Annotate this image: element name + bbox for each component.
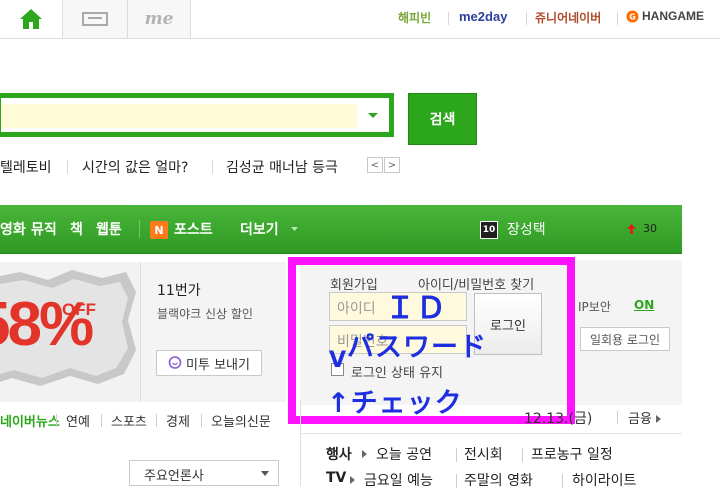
- divider: [156, 414, 157, 427]
- tab-sports[interactable]: 스포츠: [111, 411, 147, 430]
- annotation-check: ↑チェック: [327, 388, 463, 419]
- trending-item[interactable]: 시간의 값은 얼마?: [82, 157, 189, 177]
- trending-next-button[interactable]: >: [384, 157, 400, 173]
- service-hangame[interactable]: G HANGAME: [626, 9, 704, 23]
- sale-banner[interactable]: 58% OFF: [0, 262, 141, 402]
- arrow-up-icon: [627, 224, 636, 234]
- rank-badge: 10: [480, 221, 498, 239]
- divider: [456, 448, 457, 462]
- divider: [212, 160, 213, 174]
- post-badge-icon: N: [150, 221, 168, 239]
- service-me2day[interactable]: me2day: [459, 9, 507, 24]
- chevron-down-icon: [291, 227, 298, 231]
- svg-text:G: G: [629, 12, 636, 21]
- tab-me[interactable]: me: [128, 0, 191, 38]
- trending-item[interactable]: 김성균 매너남 등극: [226, 157, 338, 177]
- mail-icon: [82, 12, 108, 26]
- chevron-right-icon: [656, 415, 662, 423]
- ip-security-label: IP보안: [578, 300, 611, 314]
- finance-link[interactable]: 금융: [628, 408, 662, 427]
- tab-economy[interactable]: 경제: [166, 411, 190, 430]
- ip-security-toggle[interactable]: ON: [634, 298, 654, 312]
- divider: [56, 414, 57, 427]
- chevron-down-icon: [368, 113, 378, 118]
- me2day-share-button[interactable]: 미투 보내기: [156, 350, 262, 376]
- service-junior-naver[interactable]: 쥬니어네이버: [535, 9, 601, 26]
- divider: [448, 12, 449, 25]
- home-icon: [20, 9, 42, 29]
- discount-off: OFF: [62, 300, 96, 319]
- hangame-label: HANGAME: [642, 9, 704, 23]
- divider: [300, 433, 682, 434]
- list-item[interactable]: 전시회: [464, 444, 503, 464]
- rank-keyword[interactable]: 장성택: [507, 219, 546, 239]
- tab-entertainment[interactable]: 연예: [66, 411, 90, 430]
- annotation-id: ＩＤ: [385, 291, 447, 326]
- promo-title[interactable]: 11번가: [157, 280, 201, 300]
- hangame-icon: G: [626, 10, 639, 22]
- trending-prev-button[interactable]: <: [367, 157, 383, 173]
- chevron-down-icon: [261, 471, 269, 476]
- chevron-right-icon: [350, 476, 355, 484]
- nav-item-book[interactable]: 책: [70, 219, 83, 239]
- tab-naver-news[interactable]: 네이버뉴스: [0, 411, 60, 430]
- list-heading-tv[interactable]: TV: [326, 470, 346, 486]
- tab-today-paper[interactable]: 오늘의신문: [211, 411, 271, 430]
- tab-home[interactable]: [0, 0, 63, 38]
- promo-subtitle[interactable]: 블랙야크 신상 할인: [157, 305, 253, 322]
- onetime-login-button[interactable]: 일회용 로그인: [580, 327, 670, 351]
- me2day-share-label: 미투 보내기: [186, 357, 250, 373]
- nav-item-post[interactable]: 포스트: [174, 219, 213, 239]
- trending-item[interactable]: 텔레토비: [0, 157, 52, 177]
- divider: [201, 414, 202, 427]
- me-logo: me: [144, 9, 174, 29]
- rank-change: 30: [643, 222, 657, 235]
- nav-item-webtoon[interactable]: 웹툰: [96, 219, 122, 239]
- list-item[interactable]: 주말의 영화: [464, 470, 533, 490]
- search-input[interactable]: [1, 104, 357, 128]
- divider: [300, 400, 301, 486]
- press-select[interactable]: 주요언론사: [129, 460, 279, 486]
- divider: [617, 411, 618, 424]
- search-dropdown-toggle[interactable]: [361, 104, 385, 126]
- divider: [139, 220, 140, 238]
- date-label: 12.13.(금): [524, 411, 593, 427]
- finance-label: 금융: [628, 412, 652, 427]
- divider: [617, 12, 618, 25]
- chevron-right-icon: [362, 450, 367, 458]
- nav-item-movie[interactable]: 영화: [0, 219, 26, 239]
- list-item[interactable]: 프로농구 일정: [531, 444, 613, 464]
- nav-item-music[interactable]: 뮤직: [31, 219, 57, 239]
- divider: [67, 160, 68, 174]
- list-item[interactable]: 금요일 예능: [364, 470, 433, 490]
- search-box: [0, 93, 394, 137]
- divider: [526, 12, 527, 25]
- list-item[interactable]: 하이라이트: [572, 470, 636, 490]
- speech-bubble-icon: [168, 356, 182, 369]
- nav-item-more[interactable]: 더보기: [240, 219, 279, 239]
- tab-mail[interactable]: [63, 0, 128, 38]
- service-happybean[interactable]: 해피빈: [398, 9, 431, 26]
- list-item[interactable]: 오늘 공연: [376, 444, 432, 464]
- search-button[interactable]: 검색: [408, 93, 477, 145]
- divider: [522, 448, 523, 462]
- list-heading-events[interactable]: 행사: [326, 444, 352, 464]
- annotation-check-mark: V: [329, 348, 348, 373]
- divider: [101, 414, 102, 427]
- annotation-password: パスワード: [347, 332, 487, 363]
